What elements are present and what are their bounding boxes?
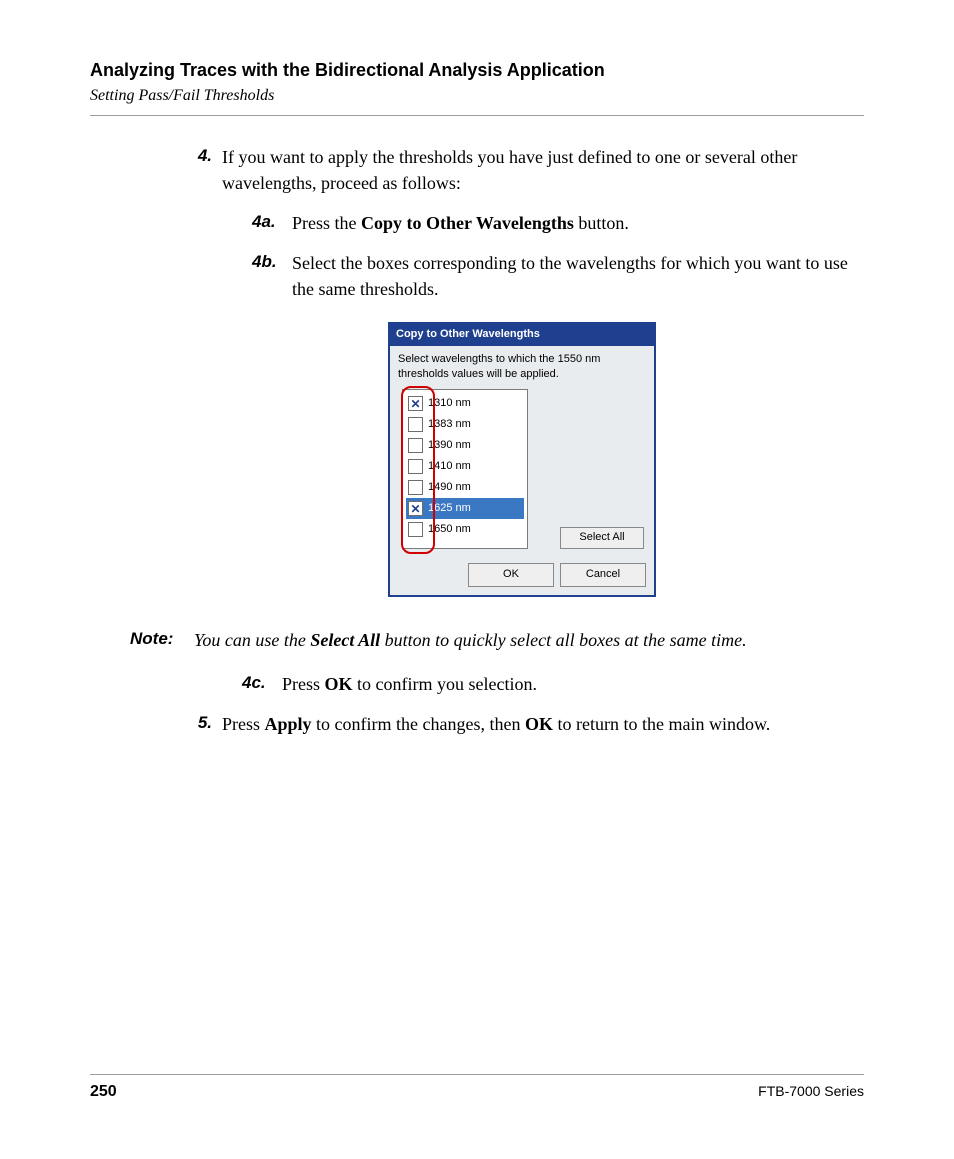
step-text: Press Apply to confirm the changes, then… [222,711,864,737]
body: 4. If you want to apply the thresholds y… [90,144,864,737]
s4a-post: button. [574,213,629,233]
substep-number: 4c. [242,671,282,697]
wavelength-item[interactable]: 1650 nm [406,519,524,540]
note-text: You can use the Select All button to qui… [194,627,864,653]
footer-row: 250 FTB-7000 Series [90,1083,864,1101]
wavelength-item[interactable]: 1410 nm [406,456,524,477]
chapter-title: Analyzing Traces with the Bidirectional … [90,60,864,81]
substep-text: Press OK to confirm you selection. [282,671,864,697]
wavelength-listbox[interactable]: ✕ 1310 nm 1383 nm 1390 nm 1410 nm 1490 nm ✕ 162… [402,389,528,549]
substep-number: 4a. [252,210,292,236]
product-series: FTB-7000 Series [758,1083,864,1099]
wavelength-label: 1490 nm [428,480,471,496]
dialog-instruction: Select wavelengths to which the 1550 nm … [398,352,646,381]
dialog-button-row: OK Cancel [398,563,646,587]
page: Analyzing Traces with the Bidirectional … [0,0,954,1159]
dialog-body: Select wavelengths to which the 1550 nm … [390,346,654,595]
s4a-pre: Press the [292,213,361,233]
wavelength-label: 1390 nm [428,438,471,454]
wavelength-label: 1310 nm [428,396,471,412]
s5-bold2: OK [525,714,553,734]
s5-pre: Press [222,714,265,734]
note-label: Note: [130,627,194,653]
dialog-title: Copy to Other Wavelengths [390,324,654,346]
section-title: Setting Pass/Fail Thresholds [90,87,864,105]
cancel-button[interactable]: Cancel [560,563,646,587]
step-4b: 4b. Select the boxes corresponding to th… [252,250,864,302]
note-pre: You can use the [194,630,310,650]
wavelength-label: 1650 nm [428,522,471,538]
ok-button[interactable]: OK [468,563,554,587]
checkbox-icon[interactable] [408,417,423,432]
step-5: 5. Press Apply to confirm the changes, t… [180,711,864,737]
header-divider [90,115,864,116]
wavelength-item[interactable]: 1390 nm [406,435,524,456]
substep-text: Select the boxes corresponding to the wa… [292,250,864,302]
wavelength-item[interactable]: ✕ 1625 nm [406,498,524,519]
checkbox-icon[interactable]: ✕ [408,396,423,411]
step-4: 4. If you want to apply the thresholds y… [180,144,864,302]
checkbox-icon[interactable] [408,438,423,453]
wavelength-label: 1625 nm [428,501,471,517]
footer-divider [90,1074,864,1075]
s4a-bold: Copy to Other Wavelengths [361,213,574,233]
step-4-text: If you want to apply the thresholds you … [222,147,797,193]
step-number: 5. [180,711,222,737]
s5-mid: to confirm the changes, then [312,714,525,734]
s4c-post: to confirm you selection. [353,674,537,694]
select-all-button[interactable]: Select All [560,527,644,549]
step-4a: 4a. Press the Copy to Other Wavelengths … [252,210,864,236]
checkbox-icon[interactable] [408,480,423,495]
checkbox-icon[interactable] [408,522,423,537]
step-number: 4. [180,144,222,302]
note-bold: Select All [310,630,380,650]
substep-number: 4b. [252,250,292,302]
note-post: button to quickly select all boxes at th… [380,630,746,650]
wavelength-item[interactable]: ✕ 1310 nm [406,393,524,414]
s5-bold1: Apply [265,714,312,734]
s4c-pre: Press [282,674,325,694]
dialog-content: ✕ 1310 nm 1383 nm 1390 nm 1410 nm 1490 nm ✕ 162… [398,389,646,557]
s4c-bold: OK [325,674,353,694]
substep-text: Press the Copy to Other Wavelengths butt… [292,210,864,236]
page-number: 250 [90,1083,117,1101]
note: Note: You can use the Select All button … [130,627,864,653]
wavelength-label: 1410 nm [428,459,471,475]
dialog-figure: Copy to Other Wavelengths Select wavelen… [180,322,864,597]
step-4c: 4c. Press OK to confirm you selection. [242,671,864,697]
step-text: If you want to apply the thresholds you … [222,144,864,302]
wavelength-item[interactable]: 1490 nm [406,477,524,498]
wavelength-item[interactable]: 1383 nm [406,414,524,435]
checkbox-icon[interactable] [408,459,423,474]
checkbox-icon[interactable]: ✕ [408,501,423,516]
page-footer: 250 FTB-7000 Series [90,1074,864,1101]
wavelength-label: 1383 nm [428,417,471,433]
s5-post: to return to the main window. [553,714,770,734]
copy-wavelengths-dialog: Copy to Other Wavelengths Select wavelen… [388,322,656,597]
